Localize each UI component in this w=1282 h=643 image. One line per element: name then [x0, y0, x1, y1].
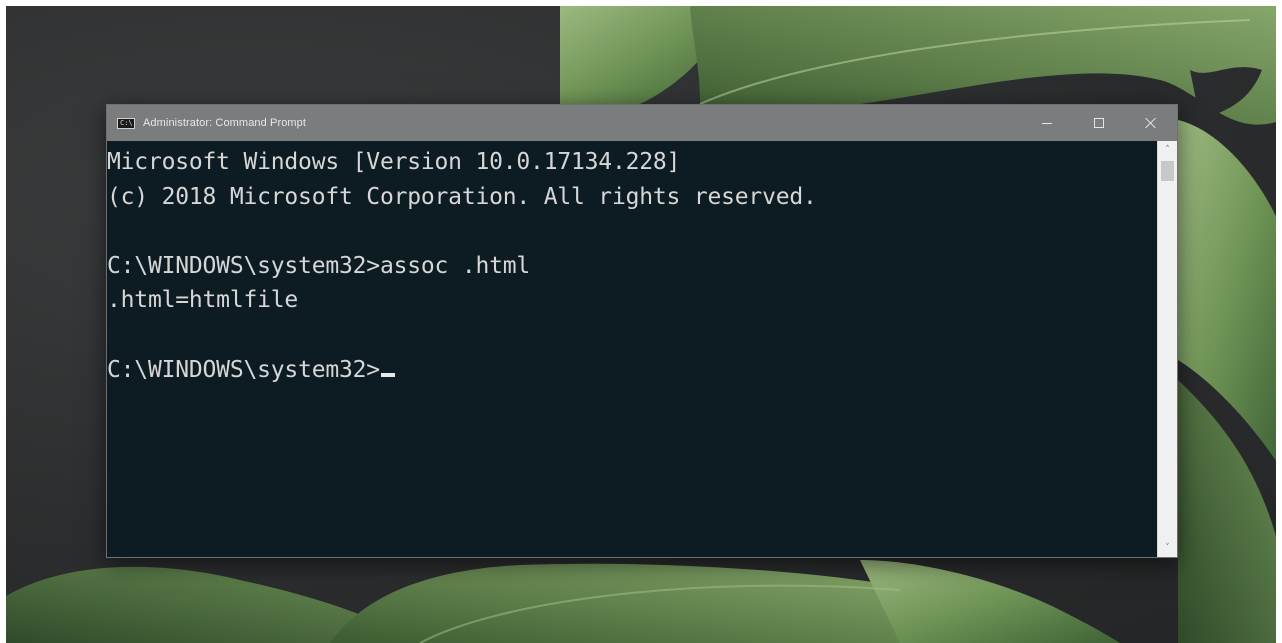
scrollbar-thumb[interactable] — [1161, 161, 1174, 181]
console-line: .html=htmlfile — [107, 287, 299, 314]
console-prompt: C:\WINDOWS\system32> — [107, 356, 380, 383]
close-button[interactable] — [1125, 105, 1177, 141]
command-prompt-icon: C:\ — [117, 117, 135, 129]
console-line: (c) 2018 Microsoft Corporation. All righ… — [107, 183, 817, 210]
scroll-down-button[interactable]: ˅ — [1158, 539, 1177, 557]
command-prompt-icon-label: C:\ — [120, 118, 133, 127]
window-controls — [1021, 105, 1177, 141]
minimize-button[interactable] — [1021, 105, 1073, 141]
text-cursor — [380, 372, 395, 377]
console-line: C:\WINDOWS\system32>assoc .html — [107, 252, 531, 279]
chevron-down-icon: ˅ — [1165, 543, 1170, 553]
close-icon — [1145, 117, 1157, 129]
maximize-icon — [1094, 118, 1104, 128]
minimize-icon — [1042, 122, 1052, 124]
vertical-scrollbar[interactable]: ˄ ˅ — [1157, 141, 1177, 557]
window-titlebar[interactable]: C:\ Administrator: Command Prompt — [107, 105, 1177, 141]
scroll-up-button[interactable]: ˄ — [1158, 141, 1177, 159]
window-title: Administrator: Command Prompt — [143, 117, 307, 129]
command-prompt-window[interactable]: C:\ Administrator: Command Prompt Micros… — [106, 104, 1178, 558]
maximize-button[interactable] — [1073, 105, 1125, 141]
console-output[interactable]: Microsoft Windows [Version 10.0.17134.22… — [107, 141, 1157, 557]
chevron-up-icon: ˄ — [1165, 145, 1170, 155]
console-prompt-line[interactable]: C:\WINDOWS\system32> — [107, 353, 1157, 388]
console-line: Microsoft Windows [Version 10.0.17134.22… — [107, 149, 681, 175]
